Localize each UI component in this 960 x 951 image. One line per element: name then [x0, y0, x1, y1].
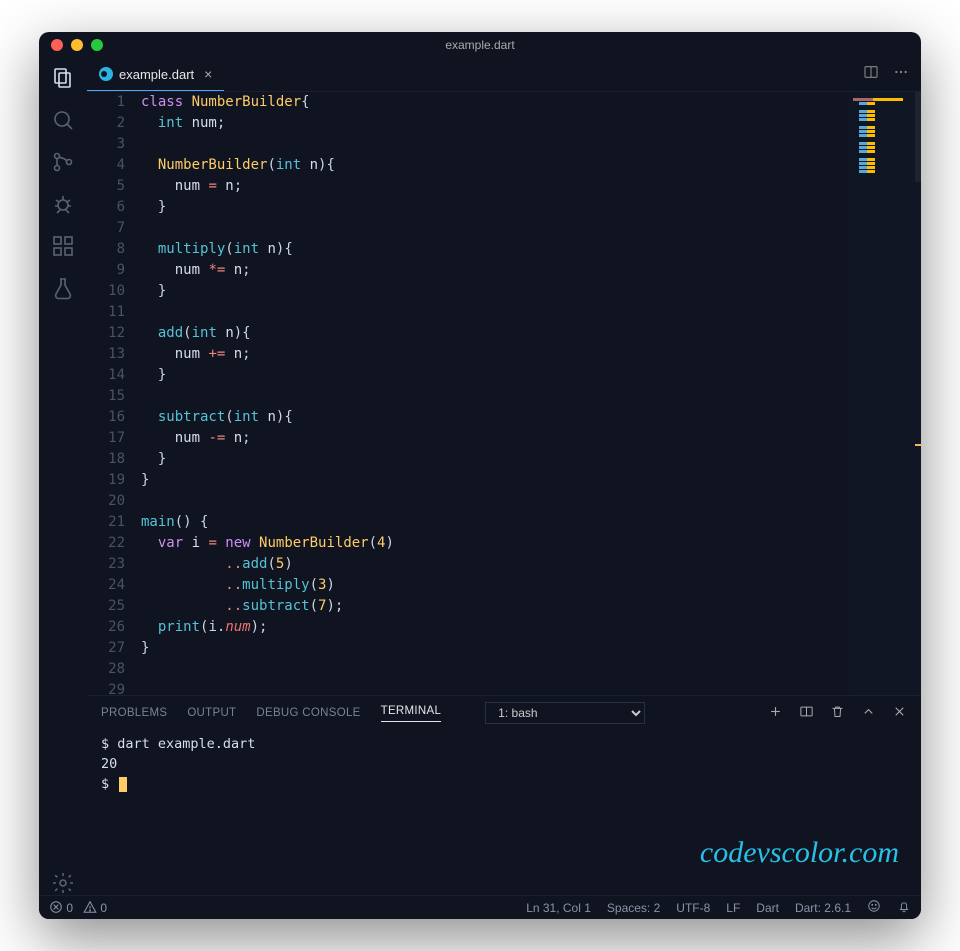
search-icon[interactable] [51, 108, 75, 132]
dart-file-icon [99, 67, 113, 81]
tab-example-dart[interactable]: example.dart × [87, 58, 224, 91]
tab-close-icon[interactable]: × [204, 66, 212, 82]
editor-actions [863, 58, 921, 91]
kill-terminal-icon[interactable] [830, 704, 845, 722]
maximize-panel-icon[interactable] [861, 704, 876, 722]
status-bar: 0 0 Ln 31, Col 1 Spaces: 2 UTF-8 LF Dart… [39, 895, 921, 919]
line-number-gutter: 1234567891011121314151617181920212223242… [87, 92, 141, 695]
tab-label: example.dart [119, 67, 194, 82]
testing-icon[interactable] [51, 276, 75, 300]
workbench-body: example.dart × 1234567891011121314151617… [39, 58, 921, 895]
explorer-icon[interactable] [51, 66, 75, 90]
status-warnings[interactable]: 0 [83, 900, 107, 915]
tab-bar: example.dart × [87, 58, 921, 92]
editor-window: example.dart example.dart × [39, 32, 921, 919]
status-cursor-position[interactable]: Ln 31, Col 1 [526, 901, 591, 915]
status-language[interactable]: Dart [756, 901, 779, 915]
terminal-line: $ [101, 774, 907, 794]
split-editor-icon[interactable] [863, 64, 879, 85]
status-encoding[interactable]: UTF-8 [676, 901, 710, 915]
panel-tab-debug-console[interactable]: DEBUG CONSOLE [256, 707, 360, 719]
code-content[interactable]: class NumberBuilder{ int num; NumberBuil… [141, 92, 849, 695]
split-terminal-icon[interactable] [799, 704, 814, 722]
panel-tabs: PROBLEMS OUTPUT DEBUG CONSOLE TERMINAL 1… [87, 696, 921, 730]
status-errors[interactable]: 0 [49, 900, 73, 915]
status-indentation[interactable]: Spaces: 2 [607, 901, 660, 915]
panel-tab-terminal[interactable]: TERMINAL [381, 705, 442, 722]
title-bar: example.dart [39, 32, 921, 58]
activity-bar [39, 58, 87, 895]
editor-group: example.dart × 1234567891011121314151617… [87, 58, 921, 895]
panel-tab-problems[interactable]: PROBLEMS [101, 707, 167, 719]
editor-area[interactable]: 1234567891011121314151617181920212223242… [87, 92, 921, 695]
panel-tab-output[interactable]: OUTPUT [187, 707, 236, 719]
status-notifications-icon[interactable] [897, 899, 911, 916]
debug-icon[interactable] [51, 192, 75, 216]
terminal-line: $ dart example.dart [101, 734, 907, 754]
terminal-line: 20 [101, 754, 907, 774]
status-dart-version[interactable]: Dart: 2.6.1 [795, 901, 851, 915]
close-panel-icon[interactable] [892, 704, 907, 722]
source-control-icon[interactable] [51, 150, 75, 174]
minimap[interactable] [849, 92, 921, 695]
bottom-panel: PROBLEMS OUTPUT DEBUG CONSOLE TERMINAL 1… [87, 695, 921, 895]
terminal-content[interactable]: $ dart example.dart 20 $ codevscolor.com [87, 730, 921, 895]
new-terminal-icon[interactable] [768, 704, 783, 722]
minimap-slider[interactable] [915, 92, 921, 182]
watermark-text: codevscolor.com [700, 843, 899, 863]
terminal-selector[interactable]: 1: bash [485, 702, 645, 724]
extensions-icon[interactable] [51, 234, 75, 258]
status-eol[interactable]: LF [726, 901, 740, 915]
settings-gear-icon[interactable] [51, 871, 75, 895]
window-title: example.dart [39, 38, 921, 52]
terminal-cursor [119, 777, 127, 792]
status-feedback-icon[interactable] [867, 899, 881, 916]
more-actions-icon[interactable] [893, 64, 909, 85]
